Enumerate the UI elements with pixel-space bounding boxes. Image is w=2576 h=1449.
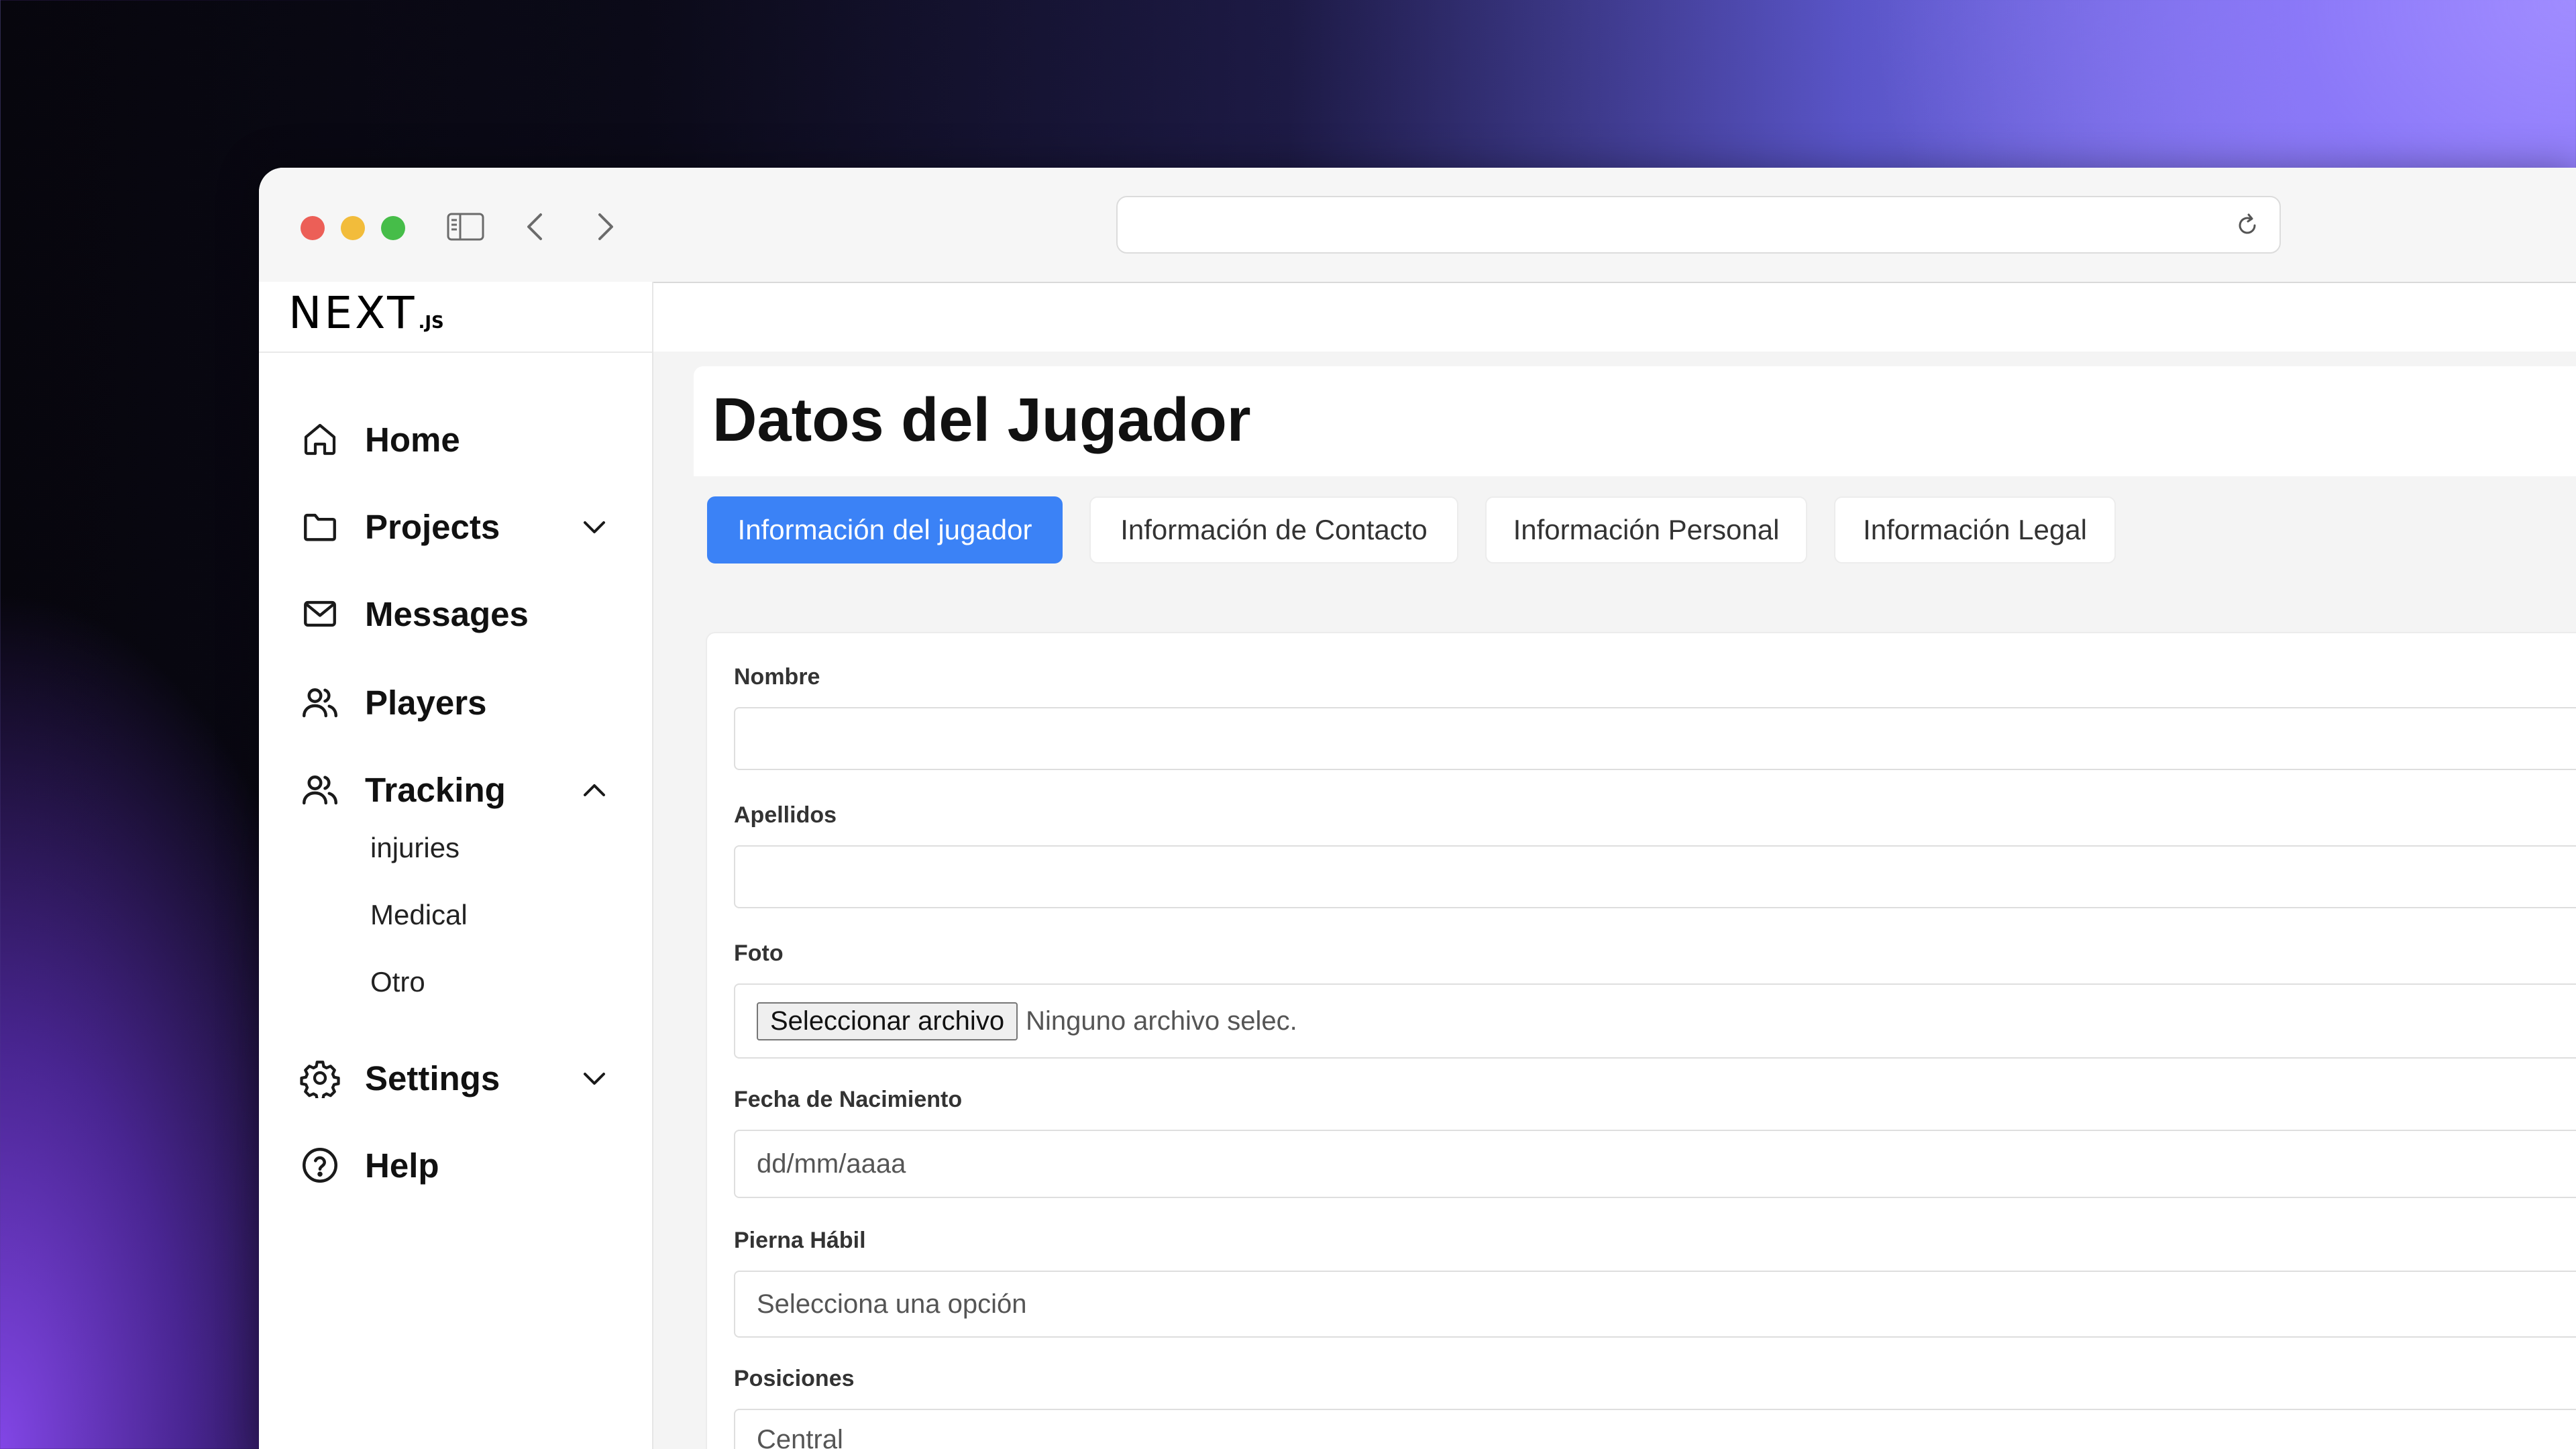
sidebar-item-help[interactable]: Help (299, 1135, 612, 1195)
logo-main: NEXT (288, 287, 417, 339)
page-title: Datos del Jugador (712, 386, 1251, 454)
sidebar-item-tracking[interactable]: Tracking (299, 759, 612, 820)
sidebar-item-projects[interactable]: Projects (299, 496, 612, 557)
browser-window: NEXT.JS Home Projects Messages Players T… (259, 168, 2576, 1449)
nombre-label: Nombre (734, 664, 820, 690)
sidebar-item-settings[interactable]: Settings (299, 1048, 612, 1108)
chevron-up-icon[interactable] (581, 777, 608, 804)
posiciones-selected: Central (757, 1425, 843, 1449)
sidebar-subitem-otro[interactable]: Otro (370, 966, 425, 998)
mail-icon (299, 593, 341, 635)
sidebar-subitem-injuries[interactable]: injuries (370, 832, 460, 864)
tab-informacion-jugador[interactable]: Información del jugador (707, 496, 1063, 564)
pierna-habil-select[interactable]: Selecciona una opción (734, 1271, 2576, 1338)
fecha-nacimiento-label: Fecha de Nacimiento (734, 1087, 963, 1112)
gear-icon (299, 1057, 341, 1099)
fecha-nacimiento-input[interactable]: dd/mm/aaaa (734, 1130, 2576, 1198)
address-bar[interactable] (1116, 196, 2281, 254)
logo-area: NEXT.JS (259, 282, 652, 353)
select-file-button[interactable]: Seleccionar archivo (757, 1002, 1018, 1040)
back-arrow-icon[interactable] (521, 207, 547, 247)
browser-toolbar (259, 168, 2576, 283)
tab-informacion-legal[interactable]: Información Legal (1834, 496, 2116, 564)
forward-arrow-icon[interactable] (593, 207, 620, 247)
main-content: Datos del Jugador Información del jugado… (653, 283, 2576, 1449)
fecha-nacimiento-placeholder: dd/mm/aaaa (757, 1148, 906, 1179)
tab-informacion-personal[interactable]: Información Personal (1485, 496, 1807, 564)
users-icon (299, 682, 341, 723)
posiciones-label: Posiciones (734, 1366, 855, 1391)
sidebar-item-label: Home (365, 420, 460, 459)
sidebar-item-label: Settings (365, 1059, 500, 1097)
sidebar-subitem-medical[interactable]: Medical (370, 899, 468, 931)
title-card: Datos del Jugador (694, 366, 2576, 476)
foto-label: Foto (734, 941, 784, 966)
folder-icon (299, 506, 341, 547)
chevron-down-icon[interactable] (581, 514, 608, 541)
top-header (653, 283, 2576, 352)
sidebar-item-home[interactable]: Home (299, 409, 612, 470)
help-circle-icon (299, 1144, 341, 1186)
pierna-habil-label: Pierna Hábil (734, 1228, 866, 1253)
file-status-text: Ninguno archivo selec. (1026, 1006, 1297, 1036)
sidebar-item-label: Projects (365, 507, 500, 546)
sidebar-item-label: Help (365, 1146, 439, 1185)
apellidos-input[interactable] (734, 845, 2576, 908)
foto-file-input[interactable]: Seleccionar archivo Ninguno archivo sele… (734, 983, 2576, 1059)
sidebar-item-label: Players (365, 683, 487, 722)
logo-sub: .JS (418, 313, 444, 333)
tab-informacion-contacto[interactable]: Información de Contacto (1089, 496, 1458, 564)
sidebar: NEXT.JS Home Projects Messages Players T… (259, 282, 653, 1449)
sidebar-item-label: Messages (365, 594, 529, 633)
pierna-habil-selected: Selecciona una opción (757, 1289, 1027, 1319)
nextjs-logo[interactable]: NEXT.JS (288, 291, 444, 335)
minimize-window-button[interactable] (341, 216, 365, 240)
users-icon (299, 769, 341, 810)
sidebar-item-messages[interactable]: Messages (299, 584, 612, 644)
chevron-down-icon[interactable] (581, 1065, 608, 1092)
sidebar-item-label: Tracking (365, 770, 506, 809)
close-window-button[interactable] (301, 216, 325, 240)
apellidos-label: Apellidos (734, 802, 837, 828)
player-form: Nombre Apellidos Foto Seleccionar archiv… (706, 632, 2576, 1449)
sidebar-item-players[interactable]: Players (299, 672, 612, 733)
sidebar-toggle-icon[interactable] (445, 207, 486, 247)
maximize-window-button[interactable] (381, 216, 405, 240)
home-icon (299, 419, 341, 460)
nombre-input[interactable] (734, 707, 2576, 770)
reload-icon[interactable] (2234, 212, 2261, 239)
posiciones-select[interactable]: Central (734, 1409, 2576, 1449)
